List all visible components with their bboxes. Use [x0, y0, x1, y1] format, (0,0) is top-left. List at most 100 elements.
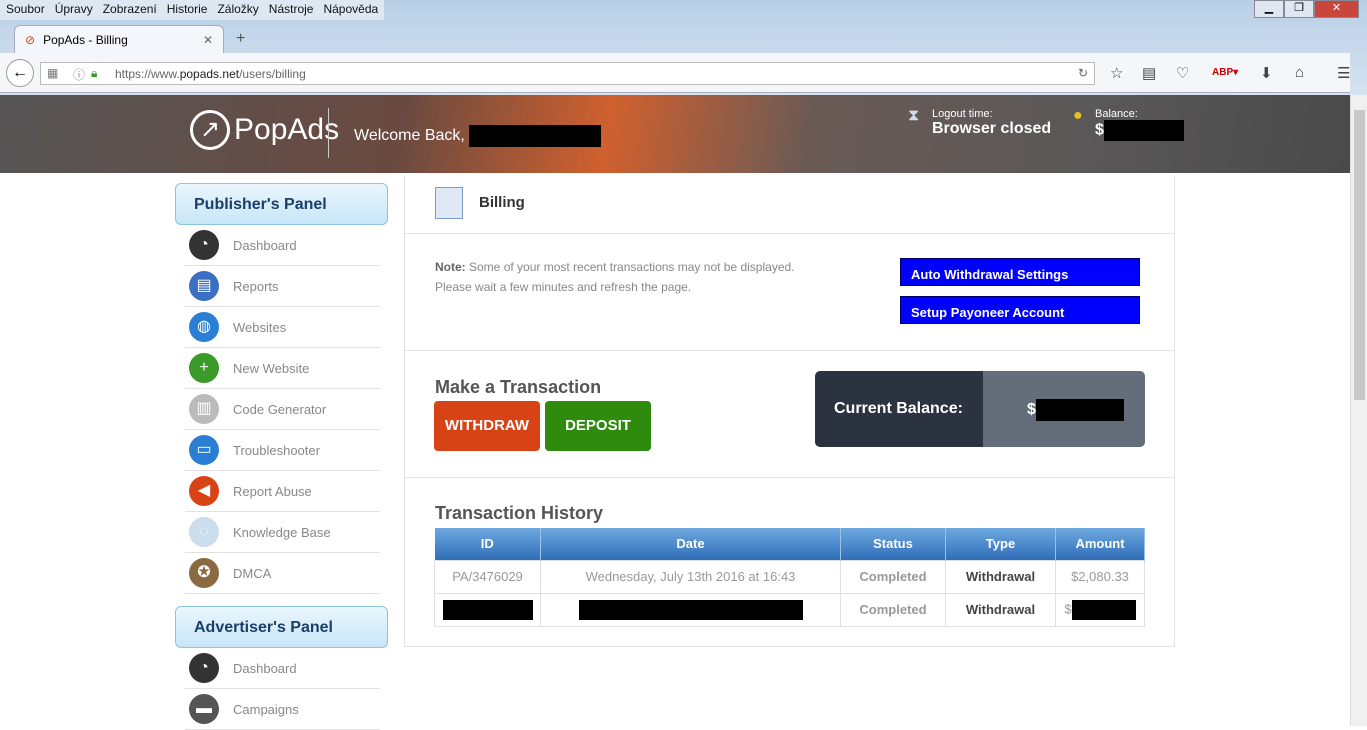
new-tab-button[interactable]: + — [236, 30, 245, 48]
sidebar-item-label: Campaigns — [233, 701, 299, 717]
sidebar: Publisher's Panel ◔ Dashboard ▤ Reports ◍ Web… — [175, 183, 388, 730]
report-icon: ▤ — [189, 271, 219, 301]
sidebar-item-dashboard[interactable]: ◔ Dashboard — [185, 225, 380, 266]
download-icon[interactable]: ⬇ — [1260, 64, 1273, 82]
window-controls: ▁ ❐ ✕ — [1254, 0, 1359, 18]
pocket-icon[interactable]: ♡ — [1176, 64, 1189, 82]
reading-list-icon[interactable]: ▤ — [1142, 64, 1156, 82]
sidebar-item-new-website[interactable]: + New Website — [185, 348, 380, 389]
auto-withdrawal-settings-button[interactable]: Auto Withdrawal Settings — [900, 258, 1140, 286]
bookmark-star-icon[interactable]: ☆ — [1110, 64, 1123, 82]
sidebar-item-label: Knowledge Base — [233, 524, 331, 540]
col-type: Type — [945, 528, 1056, 560]
popads-logo[interactable]: ↗ PopAds — [190, 110, 339, 150]
menu-nastroje[interactable]: Nástroje — [269, 2, 314, 18]
transaction-section: Make a Transaction WITHDRAW DEPOSIT Curr… — [405, 351, 1174, 478]
sidebar-item-label: Code Generator — [233, 401, 327, 417]
welcome-message: Welcome Back, — [354, 125, 602, 147]
adblock-icon[interactable]: ABP▾ — [1212, 67, 1238, 78]
make-transaction-title: Make a Transaction — [435, 377, 602, 397]
deposit-button[interactable]: DEPOSIT — [545, 401, 651, 451]
minimize-button[interactable]: ▁ — [1254, 0, 1284, 18]
menu-bar: Soubor Úpravy Zobrazení Historie Záložky… — [0, 0, 385, 20]
lightbulb-icon: ◌ — [189, 517, 219, 547]
redacted-balance — [1103, 120, 1184, 141]
tab-popads-billing[interactable]: ⊘ PopAds - Billing ✕ — [14, 25, 224, 53]
col-status: Status — [840, 528, 946, 560]
popads-favicon-icon: ⊘ — [25, 32, 36, 47]
hourglass-icon: ⧗ — [908, 107, 920, 124]
maximize-button[interactable]: ❐ — [1284, 0, 1314, 18]
logo-icon: ↗ — [190, 110, 230, 150]
sidebar-item-label: Dashboard — [233, 237, 297, 253]
transaction-table: ID Date Status Type Amount PA/3476029 We… — [434, 528, 1145, 627]
url-bar[interactable]: ▦ ⓘ 🔒︎ https://www.popads.net/users/bill… — [40, 62, 1095, 85]
redacted-id — [442, 599, 533, 620]
sidebar-item-label: Troubleshooter — [233, 442, 320, 458]
redacted-current-balance — [1035, 399, 1124, 421]
sidebar-item-label: New Website — [233, 360, 310, 376]
close-window-button[interactable]: ✕ — [1314, 0, 1359, 18]
sidebar-item-label: DMCA — [233, 565, 272, 581]
sidebar-item-label: Report Abuse — [233, 483, 312, 499]
publisher-panel-title: Publisher's Panel — [175, 183, 388, 225]
menu-historie[interactable]: Historie — [167, 2, 208, 18]
header-balance: Balance: $ — [1095, 108, 1184, 141]
divider — [328, 108, 329, 158]
sidebar-item-label: Websites — [233, 319, 287, 335]
lock-icon: 🔒︎ — [91, 66, 98, 80]
menu-napoveda[interactable]: Nápověda — [323, 2, 378, 18]
note-section: Note: Some of your most recent transacti… — [405, 234, 1174, 351]
col-date: Date — [540, 528, 841, 560]
withdraw-button[interactable]: WITHDRAW — [434, 401, 540, 451]
scrollbar[interactable] — [1350, 95, 1367, 726]
sidebar-item-troubleshooter[interactable]: ▭ Troubleshooter — [185, 430, 380, 471]
close-tab-icon[interactable]: ✕ — [203, 33, 213, 47]
wallet-icon: ▬ — [189, 694, 219, 724]
seal-icon: ✪ — [189, 558, 219, 588]
sidebar-item-code-generator[interactable]: ▥ Code Generator — [185, 389, 380, 430]
coins-icon: ● — [1073, 107, 1083, 124]
monitor-icon: ▭ — [189, 435, 219, 465]
sidebar-item-knowledge-base[interactable]: ◌ Knowledge Base — [185, 512, 380, 553]
sidebar-item-label: Dashboard — [233, 660, 297, 676]
sidebar-item-reports[interactable]: ▤ Reports — [185, 266, 380, 307]
menu-soubor[interactable]: Soubor — [6, 2, 45, 18]
gauge-icon: ◔ — [189, 653, 219, 683]
identity-icon[interactable]: ▦ — [47, 66, 58, 80]
menu-upravy[interactable]: Úpravy — [55, 2, 93, 18]
billing-content: Billing Note: Some of your most recent t… — [404, 175, 1175, 647]
logout-time: Logout time: Browser closed — [932, 108, 1052, 137]
plus-icon: + — [189, 353, 219, 383]
site-header: ↗ PopAds Welcome Back, ⧗ Logout time: Brow… — [0, 95, 1350, 173]
info-icon[interactable]: ⓘ — [73, 66, 85, 83]
history-title: Transaction History — [435, 503, 604, 523]
reload-icon[interactable]: ↻ — [1078, 66, 1088, 80]
page-title: Billing — [479, 194, 525, 211]
sidebar-item-dashboard[interactable]: ◔ Dashboard — [185, 648, 380, 689]
scrollbar-thumb[interactable] — [1354, 110, 1365, 400]
back-button[interactable]: ← — [6, 59, 34, 87]
url-path: /users/billing — [239, 67, 306, 81]
redacted-amount — [1071, 599, 1136, 620]
menu-zobrazeni[interactable]: Zobrazení — [103, 2, 157, 18]
sidebar-item-websites[interactable]: ◍ Websites — [185, 307, 380, 348]
setup-payoneer-button[interactable]: Setup Payoneer Account — [900, 296, 1140, 324]
url-domain: popads.net — [179, 67, 240, 81]
sidebar-item-report-abuse[interactable]: ◀ Report Abuse — [185, 471, 380, 512]
sidebar-item-dmca[interactable]: ✪ DMCA — [185, 553, 380, 594]
redacted-username — [469, 125, 602, 147]
menu-zalozky[interactable]: Záložky — [217, 2, 258, 18]
sidebar-item-campaigns[interactable]: ▬ Campaigns — [185, 689, 380, 730]
advertiser-panel-title: Advertiser's Panel — [175, 606, 388, 648]
transaction-history: Transaction History ID Date Status Type … — [405, 478, 1174, 638]
table-row: PA/3476029 Wednesday, July 13th 2016 at … — [434, 559, 1145, 594]
table-row: Completed Withdrawal $ — [434, 592, 1145, 627]
tab-title: PopAds - Billing — [43, 32, 128, 47]
globe-icon: ◍ — [189, 312, 219, 342]
redacted-date — [578, 599, 803, 620]
gauge-icon: ◔ — [189, 230, 219, 260]
home-icon[interactable]: ⌂ — [1295, 64, 1304, 81]
code-icon: ▥ — [189, 394, 219, 424]
menu-icon[interactable]: ☰ — [1337, 64, 1350, 82]
